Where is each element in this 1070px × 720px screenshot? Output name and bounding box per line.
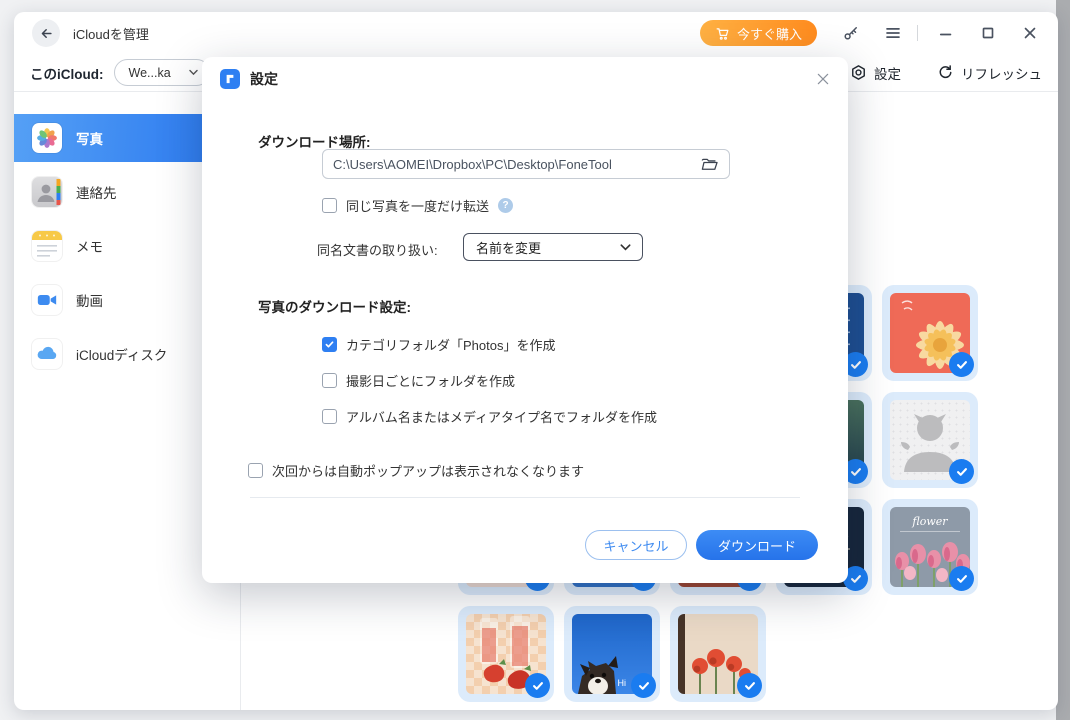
activation-key-button[interactable] <box>841 23 861 43</box>
option-label: カテゴリフォルダ「Photos」を作成 <box>346 335 555 354</box>
photo-download-settings-label: 写真のダウンロード設定: <box>258 296 411 316</box>
checkbox[interactable] <box>248 463 263 478</box>
sidebar-item-icloud-drive[interactable]: iCloudディスク <box>14 330 214 378</box>
folder-browse-icon[interactable] <box>700 155 719 174</box>
create-category-folder-checkbox[interactable]: カテゴリフォルダ「Photos」を作成 <box>322 335 555 354</box>
account-dropdown[interactable]: We...ka <box>114 59 210 86</box>
sidebar-item-label: 動画 <box>76 290 103 310</box>
photo-thumbnail[interactable] <box>882 285 978 381</box>
sidebar-item-label: 写真 <box>76 128 103 148</box>
chevron-down-icon <box>188 67 199 78</box>
checkbox[interactable] <box>322 198 337 213</box>
videos-app-icon <box>32 285 62 315</box>
page-title: iCloudを管理 <box>73 24 149 43</box>
download-path-field[interactable] <box>322 149 730 179</box>
selected-check-icon[interactable] <box>631 673 656 698</box>
checkbox[interactable] <box>322 373 337 388</box>
window-minimize-button[interactable] <box>936 23 956 43</box>
buy-now-button[interactable]: 今すぐ購入 <box>700 20 817 46</box>
selected-check-icon[interactable] <box>525 673 550 698</box>
photo-caption-subline <box>900 531 960 532</box>
close-icon <box>815 71 831 87</box>
settings-dialog: 設定 ダウンロード場所: 同じ写真を一度だけ転送 ? 同名文書の取り扱い: 名前… <box>202 57 848 583</box>
suppress-popup-label: 次回からは自動ポップアップは表示されなくなります <box>272 461 584 480</box>
folder-by-album-checkbox[interactable]: アルバム名またはメディアタイプ名でフォルダを作成 <box>322 407 657 426</box>
photo-thumbnail[interactable]: Hi <box>564 606 660 702</box>
transfer-once-checkbox[interactable]: 同じ写真を一度だけ転送 ? <box>322 196 513 215</box>
download-button[interactable]: ダウンロード <box>696 530 818 560</box>
back-button[interactable] <box>32 19 60 47</box>
help-icon[interactable]: ? <box>498 198 513 213</box>
fonetool-logo-icon <box>220 69 240 89</box>
refresh-button[interactable]: リフレッシュ <box>937 63 1042 83</box>
photo-thumbnail[interactable] <box>670 606 766 702</box>
sidebar-item-contacts[interactable]: 連絡先 <box>14 168 214 216</box>
hamburger-menu-icon <box>884 24 902 42</box>
selected-check-icon[interactable] <box>949 352 974 377</box>
checkbox[interactable] <box>322 337 337 352</box>
account-dropdown-value: We...ka <box>129 66 171 80</box>
photo-caption: flower <box>890 515 970 528</box>
dialog-header: 設定 <box>202 57 848 101</box>
sidebar-item-videos[interactable]: 動画 <box>14 276 214 324</box>
sidebar-item-photos[interactable]: 写真 <box>14 114 214 162</box>
sidebar-item-notes[interactable]: メモ <box>14 222 214 270</box>
desktop-background <box>1056 0 1070 720</box>
back-arrow-icon <box>39 26 54 41</box>
close-icon <box>1021 24 1039 42</box>
window-maximize-button[interactable] <box>978 23 998 43</box>
option-label: 撮影日ごとにフォルダを作成 <box>346 371 515 390</box>
refresh-icon <box>937 64 954 81</box>
conflict-handling-value: 名前を変更 <box>476 238 541 257</box>
notes-app-icon <box>32 231 62 261</box>
cart-icon <box>715 26 730 41</box>
download-path-input[interactable] <box>333 157 700 172</box>
this-icloud-label: このiCloud: <box>30 63 104 83</box>
settings-button[interactable]: 設定 <box>850 63 901 83</box>
cancel-button[interactable]: キャンセル <box>585 530 687 560</box>
buy-now-label: 今すぐ購入 <box>737 24 802 43</box>
maximize-icon <box>979 24 997 42</box>
window-close-button[interactable] <box>1020 23 1040 43</box>
chevron-down-icon <box>619 241 632 254</box>
sidebar-item-label: メモ <box>76 236 103 256</box>
photo-caption: Hi <box>618 678 627 688</box>
selected-check-icon[interactable] <box>949 566 974 591</box>
settings-label: 設定 <box>874 63 901 83</box>
titlebar-divider <box>917 25 918 41</box>
main-menu-button[interactable] <box>883 23 903 43</box>
photos-app-icon <box>32 123 62 153</box>
contacts-app-icon <box>32 177 62 207</box>
icloud-drive-icon <box>32 339 62 369</box>
checkbox[interactable] <box>322 409 337 424</box>
gear-icon <box>850 64 867 81</box>
footer-divider <box>250 497 800 498</box>
conflict-handling-label: 同名文書の取り扱い: <box>317 240 438 259</box>
transfer-once-label: 同じ写真を一度だけ転送 <box>346 196 489 215</box>
refresh-label: リフレッシュ <box>961 63 1042 83</box>
key-icon <box>842 24 860 42</box>
minimize-icon <box>937 24 955 42</box>
dialog-title: 設定 <box>250 69 278 89</box>
sidebar-item-label: 連絡先 <box>76 182 117 202</box>
photo-thumbnail[interactable] <box>882 392 978 488</box>
photo-thumbnail[interactable] <box>458 606 554 702</box>
sidebar-item-label: iCloudディスク <box>76 344 167 364</box>
download-location-label: ダウンロード場所: <box>258 131 371 151</box>
conflict-handling-select[interactable]: 名前を変更 <box>463 233 643 261</box>
dialog-close-button[interactable] <box>814 70 832 88</box>
folder-by-date-checkbox[interactable]: 撮影日ごとにフォルダを作成 <box>322 371 515 390</box>
title-bar: iCloudを管理 今すぐ購入 <box>14 12 1058 54</box>
option-label: アルバム名またはメディアタイプ名でフォルダを作成 <box>346 407 657 426</box>
selected-check-icon[interactable] <box>737 673 762 698</box>
suppress-popup-checkbox[interactable]: 次回からは自動ポップアップは表示されなくなります <box>248 461 584 480</box>
selected-check-icon[interactable] <box>949 459 974 484</box>
photo-thumbnail[interactable]: flower <box>882 499 978 595</box>
